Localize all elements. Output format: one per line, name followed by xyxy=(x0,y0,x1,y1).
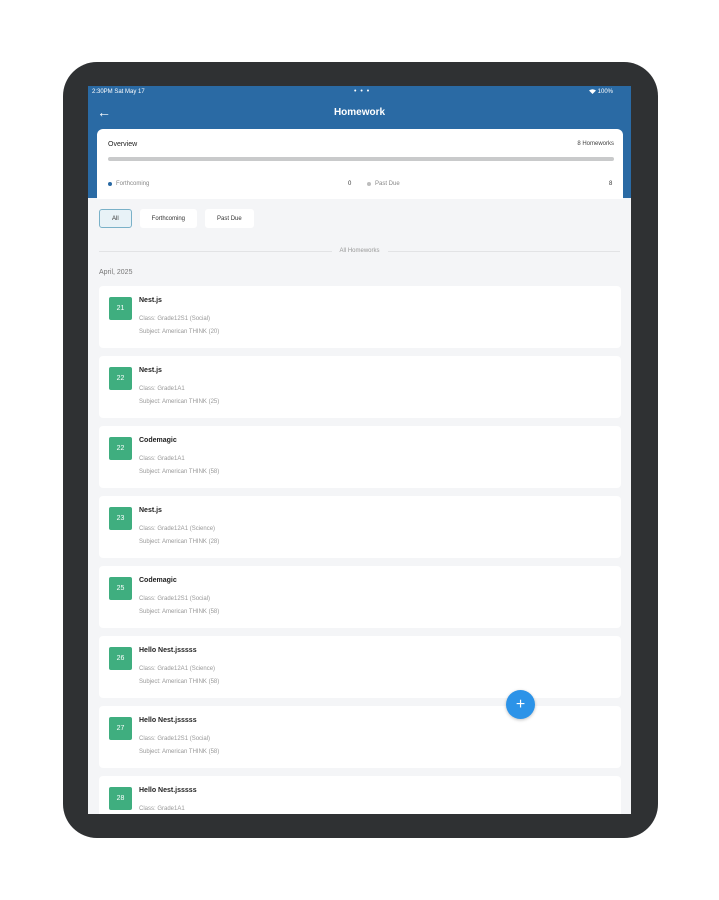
date-badge: 22 xyxy=(109,437,132,460)
homework-title: Codemagic xyxy=(139,437,177,444)
date-badge: 28 xyxy=(109,787,132,810)
filter-all[interactable]: All xyxy=(99,209,132,228)
homework-class: Class: Grade1A1 xyxy=(139,386,185,392)
homework-class: Class: Grade1A1 xyxy=(139,806,185,812)
homework-class: Class: Grade12A1 (Science) xyxy=(139,666,216,672)
homework-class: Class: Grade12S1 (Social) xyxy=(139,316,211,322)
homework-card[interactable]: 26 Hello Nest.jsssss Class: Grade12A1 (S… xyxy=(99,636,621,698)
section-label: All Homeworks xyxy=(339,248,380,254)
legend-forthcoming: Forthcoming xyxy=(108,181,149,187)
date-badge: 25 xyxy=(109,577,132,600)
homework-card[interactable]: 22 Nest.js Class: Grade1A1 Subject: Amer… xyxy=(99,356,621,418)
status-bar: 2:30PM Sat May 17 • • • 100% xyxy=(88,86,631,100)
homework-title: Codemagic xyxy=(139,577,177,584)
filter-chips: All Forthcoming Past Due xyxy=(99,209,254,228)
homework-list: 21 Nest.js Class: Grade12S1 (Social) Sub… xyxy=(99,286,621,814)
homework-card[interactable]: 22 Codemagic Class: Grade1A1 Subject: Am… xyxy=(99,426,621,488)
homework-title: Nest.js xyxy=(139,507,162,514)
forthcoming-count: 0 xyxy=(348,181,352,187)
past-due-dot-icon xyxy=(367,182,371,186)
homework-title: Nest.js xyxy=(139,297,162,304)
forthcoming-dot-icon xyxy=(108,182,112,186)
homework-title: Nest.js xyxy=(139,367,162,374)
legend-past-due-label: Past Due xyxy=(375,181,400,187)
homework-subject: Subject: American THINK (20) xyxy=(139,329,220,335)
date-badge: 26 xyxy=(109,647,132,670)
homework-class: Class: Grade12S1 (Social) xyxy=(139,736,211,742)
app-screen: 2:30PM Sat May 17 • • • 100% ← Homework … xyxy=(88,86,631,814)
section-divider: All Homeworks xyxy=(99,248,621,254)
homework-count: 8 Homeworks xyxy=(577,141,614,147)
homework-title: Hello Nest.jsssss xyxy=(139,717,197,724)
add-homework-button[interactable]: + xyxy=(506,690,535,719)
overview-progress-bar xyxy=(108,157,614,161)
homework-subject: Subject: American THINK (58) xyxy=(139,609,220,615)
homework-subject: Subject: American THINK (58) xyxy=(139,679,220,685)
homework-subject: Subject: American THINK (58) xyxy=(139,749,220,755)
homework-card[interactable]: 27 Hello Nest.jsssss Class: Grade12S1 (S… xyxy=(99,706,621,768)
homework-card[interactable]: 21 Nest.js Class: Grade12S1 (Social) Sub… xyxy=(99,286,621,348)
past-due-count: 8 xyxy=(609,181,613,187)
homework-card[interactable]: 23 Nest.js Class: Grade12A1 (Science) Su… xyxy=(99,496,621,558)
plus-icon: + xyxy=(515,696,526,713)
date-badge: 22 xyxy=(109,367,132,390)
homework-title: Hello Nest.jsssss xyxy=(139,787,197,794)
battery-percent: 100% xyxy=(597,89,613,96)
divider-line xyxy=(99,250,332,252)
filter-forthcoming[interactable]: Forthcoming xyxy=(139,209,198,228)
overview-card: Overview 8 Homeworks Forthcoming 0 Past … xyxy=(97,129,623,199)
status-time: 2:30PM Sat May 17 xyxy=(92,89,145,95)
date-badge: 27 xyxy=(109,717,132,740)
homework-subject: Subject: American THINK (25) xyxy=(139,399,220,405)
homework-title: Hello Nest.jsssss xyxy=(139,647,197,654)
homework-class: Class: Grade1A1 xyxy=(139,456,185,462)
homework-card[interactable]: 28 Hello Nest.jsssss Class: Grade1A1 xyxy=(99,776,621,814)
month-label: April, 2025 xyxy=(99,269,133,276)
homework-subject: Subject: American THINK (28) xyxy=(139,539,220,545)
filter-past-due[interactable]: Past Due xyxy=(205,209,254,228)
date-badge: 21 xyxy=(109,297,132,320)
wifi-icon xyxy=(588,89,596,94)
homework-class: Class: Grade12S1 (Social) xyxy=(139,596,211,602)
page-title: Homework xyxy=(333,107,386,118)
homework-subject: Subject: American THINK (58) xyxy=(139,469,220,475)
date-badge: 23 xyxy=(109,507,132,530)
homework-card[interactable]: 25 Codemagic Class: Grade12S1 (Social) S… xyxy=(99,566,621,628)
overview-title: Overview xyxy=(108,141,138,148)
battery-indicator: 100% xyxy=(588,89,613,96)
homework-class: Class: Grade12A1 (Science) xyxy=(139,526,216,532)
multitask-dots-icon: • • • xyxy=(354,88,371,95)
legend-past-due: Past Due xyxy=(367,181,400,187)
divider-line xyxy=(387,250,621,252)
legend-forthcoming-label: Forthcoming xyxy=(116,181,150,187)
